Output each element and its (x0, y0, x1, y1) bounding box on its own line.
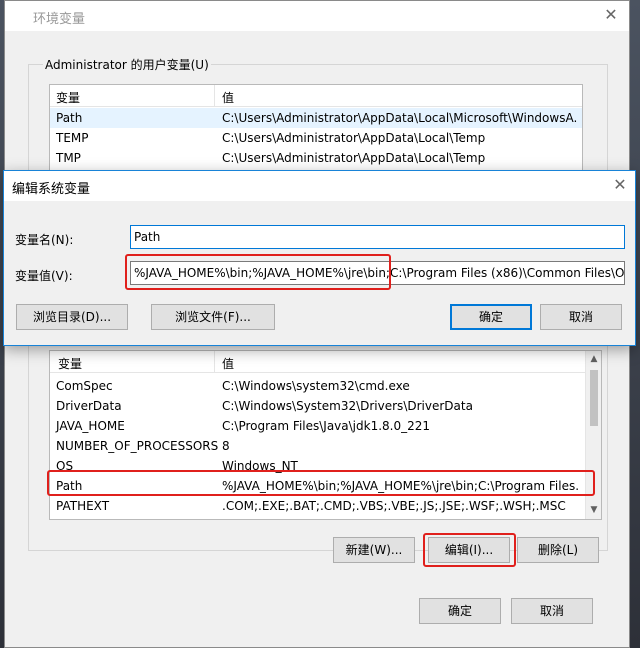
column-header-name[interactable]: 变量 (56, 89, 80, 106)
dialog-cancel-button[interactable]: 取消 (540, 304, 622, 330)
window-title: 环境变量 (33, 12, 86, 27)
variable-name-cell: NUMBER_OF_PROCESSORS (56, 439, 219, 453)
variable-name-cell: Path (56, 479, 83, 493)
browse-directory-button[interactable]: 浏览目录(D)... (16, 304, 128, 330)
list-header: 变量 值 (50, 85, 582, 107)
edit-system-variable-dialog: 编辑系统变量 ✕ 变量名(N): Path 变量值(V): %JAVA_HOME… (3, 170, 636, 346)
variable-value-input[interactable]: %JAVA_HOME%\bin;%JAVA_HOME%\jre\bin;C:\P… (130, 261, 625, 285)
variable-name-input[interactable]: Path (130, 225, 625, 249)
dialog-title: 编辑系统变量 (12, 182, 91, 197)
variable-name-cell: TEMP (56, 131, 89, 145)
scroll-down-icon[interactable]: ▼ (586, 502, 601, 519)
list-header: 变量 值 (50, 351, 601, 373)
table-row[interactable]: ComSpec C:\Windows\system32\cmd.exe (50, 376, 584, 396)
variable-value-cell: %JAVA_HOME%\bin;%JAVA_HOME%\jre\bin;C:\P… (222, 479, 580, 493)
browse-file-button[interactable]: 浏览文件(F)... (151, 304, 275, 330)
variable-value-cell: Windows_NT (222, 459, 298, 473)
variable-name-cell: TMP (56, 151, 81, 165)
variable-name-cell: ComSpec (56, 379, 113, 393)
variable-name-cell: DriverData (56, 399, 122, 413)
table-row[interactable]: Path C:\Users\Administrator\AppData\Local… (50, 108, 582, 128)
variable-value-cell: C:\Users\Administrator\AppData\Local\Mic… (222, 111, 578, 125)
edit-button[interactable]: 编辑(I)... (428, 537, 510, 563)
table-row[interactable]: TMP C:\Users\Administrator\AppData\Local\… (50, 148, 582, 168)
variable-name-cell: PATHEXT (56, 499, 110, 513)
dialog-title-bar: 编辑系统变量 ✕ (4, 171, 635, 201)
table-row[interactable]: PATHEXT .COM;.EXE;.BAT;.CMD;.VBS;.VBE;.JS… (50, 496, 584, 516)
column-header-value[interactable]: 值 (222, 89, 234, 106)
table-row[interactable]: OS Windows_NT (50, 456, 584, 476)
table-row[interactable]: NUMBER_OF_PROCESSORS 8 (50, 436, 584, 456)
user-variables-list[interactable]: 变量 值 Path C:\Users\Administrator\AppData\… (49, 84, 583, 174)
column-header-name[interactable]: 变量 (58, 355, 82, 372)
close-icon[interactable]: ✕ (610, 175, 630, 195)
variable-value-cell: C:\Windows\System32\Drivers\DriverData (222, 399, 473, 413)
variable-value-cell: .COM;.EXE;.BAT;.CMD;.VBS;.VBE;.JS;.JSE;.… (222, 499, 566, 513)
scrollbar-thumb[interactable] (590, 370, 598, 426)
variable-name-cell: JAVA_HOME (56, 419, 125, 433)
variable-name-cell: Path (56, 111, 83, 125)
variable-value-cell: C:\Windows\system32\cmd.exe (222, 379, 410, 393)
ok-button[interactable]: 确定 (419, 598, 501, 624)
variable-name-cell: OS (56, 459, 74, 473)
variable-name-label: 变量名(N): (15, 233, 74, 247)
variable-value-cell: 8 (222, 439, 230, 453)
variable-value-label: 变量值(V): (15, 269, 73, 283)
close-icon[interactable]: ✕ (601, 5, 621, 25)
table-row[interactable]: JAVA_HOME C:\Program Files\Java\jdk1.8.0_… (50, 416, 584, 436)
dialog-ok-button[interactable]: 确定 (450, 304, 532, 330)
variable-value-cell: C:\Users\Administrator\AppData\Local\Tem… (222, 131, 486, 145)
column-header-value[interactable]: 值 (222, 355, 234, 372)
table-row[interactable]: Path %JAVA_HOME%\bin;%JAVA_HOME%\jre\bin;… (50, 476, 584, 496)
delete-button[interactable]: 删除(L) (517, 537, 599, 563)
user-variables-label: Administrator 的用户变量(U) (43, 56, 211, 73)
title-bar: 环境变量 ✕ (5, 1, 629, 31)
variable-value-cell: C:\Users\Administrator\AppData\Local\Tem… (222, 151, 486, 165)
vertical-scrollbar[interactable]: ▲ ▼ (585, 351, 601, 519)
system-variables-list[interactable]: 变量 值 ComSpec C:\Windows\system32\cmd.exe D… (49, 350, 602, 520)
scroll-up-icon[interactable]: ▲ (586, 351, 601, 368)
new-button[interactable]: 新建(W)... (333, 537, 415, 563)
table-row[interactable]: TEMP C:\Users\Administrator\AppData\Local… (50, 128, 582, 148)
table-row[interactable]: DriverData C:\Windows\System32\Drivers\Dr… (50, 396, 584, 416)
cancel-button[interactable]: 取消 (511, 598, 593, 624)
variable-value-cell: C:\Program Files\Java\jdk1.8.0_221 (222, 419, 431, 433)
